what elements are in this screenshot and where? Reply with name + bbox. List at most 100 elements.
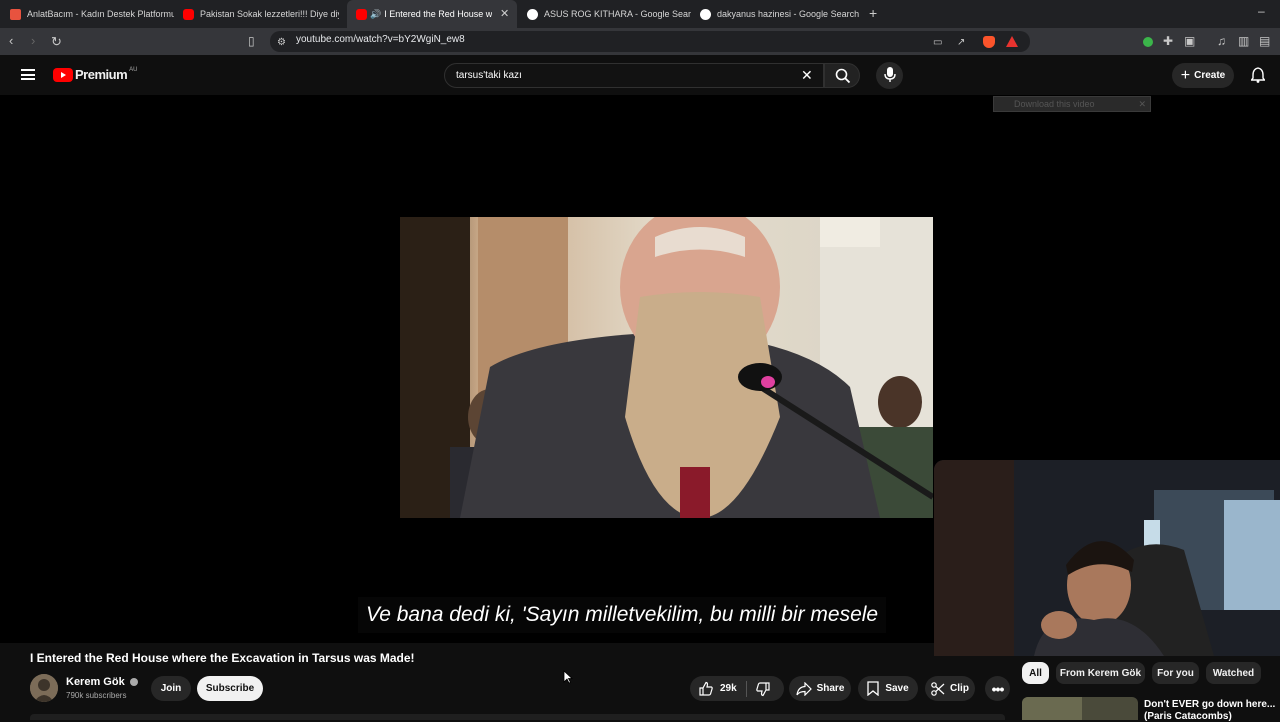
- tab-favicon-icon: [10, 8, 21, 20]
- channel-name[interactable]: Kerem Gök: [66, 676, 138, 688]
- region-code: AU: [129, 66, 138, 73]
- clip-button[interactable]: Clip: [925, 676, 975, 701]
- save-button[interactable]: Save: [858, 676, 918, 701]
- mic-icon: [884, 67, 896, 82]
- minimize-button[interactable]: –: [1258, 4, 1265, 18]
- chip-label: Watched: [1212, 667, 1255, 679]
- channel-name-text: Kerem Gök: [66, 676, 125, 688]
- share-icon: [795, 681, 812, 696]
- chip-label: For you: [1157, 667, 1194, 679]
- chip-for-you[interactable]: For you: [1152, 662, 1199, 684]
- create-button[interactable]: + Create: [1172, 63, 1234, 88]
- join-label: Join: [160, 683, 182, 694]
- tab-close-icon[interactable]: ✕: [500, 7, 509, 20]
- youtube-play-icon: [53, 67, 73, 82]
- bookmark-icon[interactable]: ▯: [248, 35, 255, 48]
- download-close-icon[interactable]: ✕: [1138, 97, 1146, 111]
- tab-title: dakyanus hazinesi - Google Search: [717, 9, 860, 19]
- download-video-bar[interactable]: Download this video ✕: [993, 96, 1151, 112]
- tab-manager-icon[interactable]: ▣: [1184, 35, 1195, 48]
- chip-label: From Kerem Gök: [1059, 667, 1142, 679]
- download-label: Download this video: [1014, 99, 1095, 109]
- extension-green-icon[interactable]: [1143, 37, 1153, 47]
- more-actions-button[interactable]: •••: [985, 676, 1010, 701]
- search-button[interactable]: [824, 63, 860, 88]
- browser-tab-strip: AnlatBacım - Kadın Destek Platformu Paki…: [0, 0, 1280, 28]
- browser-tab[interactable]: Pakistan Sokak lezzetleri!!! Diye diye: [177, 0, 339, 28]
- subscribe-button[interactable]: Subscribe: [197, 676, 263, 701]
- video-subtitle: Ve bana dedi ki, 'Sayın milletvekilim, b…: [358, 597, 887, 633]
- search-icon: [835, 68, 851, 84]
- tab-title: Pakistan Sokak lezzetleri!!! Diye diye: [200, 9, 339, 19]
- like-divider: [745, 680, 747, 697]
- video-content-image: [400, 217, 933, 518]
- recommendation-thumbnail[interactable]: [1022, 697, 1138, 720]
- menu-icon[interactable]: [21, 69, 35, 80]
- chip-watched[interactable]: Watched: [1206, 662, 1261, 684]
- notifications-bell-icon[interactable]: [1251, 67, 1265, 83]
- webcam-overlay: [934, 460, 1280, 656]
- subscriber-count: 790k subscribers: [66, 691, 127, 700]
- url-text[interactable]: youtube.com/watch?v=bY2WgiN_ew8: [296, 34, 465, 45]
- media-icon[interactable]: ♫: [1217, 35, 1226, 48]
- video-title: I Entered the Red House where the Excava…: [30, 651, 415, 665]
- site-info-icon[interactable]: ⚙: [277, 36, 286, 49]
- share-label: Share: [816, 683, 845, 694]
- back-icon[interactable]: ‹: [9, 34, 13, 47]
- chip-all[interactable]: All: [1022, 662, 1049, 684]
- chip-from-channel[interactable]: From Kerem Gök: [1056, 662, 1145, 684]
- more-icon: •••: [991, 680, 1005, 697]
- new-tab-button[interactable]: +: [869, 5, 877, 21]
- share-icon[interactable]: ↗: [957, 36, 965, 49]
- youtube-favicon-icon: [183, 8, 194, 20]
- save-label: Save: [885, 683, 909, 694]
- recommendation-subtitle: (Paris Catacombs): [1144, 711, 1232, 722]
- plus-icon: +: [1180, 66, 1191, 84]
- screen-icon[interactable]: ▭: [933, 36, 942, 49]
- wallet-icon[interactable]: ▤: [1259, 35, 1270, 48]
- channel-avatar[interactable]: [30, 674, 58, 702]
- dislike-icon[interactable]: [755, 681, 771, 697]
- tab-title: I Entered the Red House where: [384, 9, 493, 19]
- search-query: tarsus'taki kazı: [456, 70, 522, 81]
- webcam-image: [934, 460, 1280, 656]
- browser-toolbar: ‹ › ↻ ▯ ⚙ ▭ ↗ ✚ ▣ ♫ ▥ ▤: [0, 28, 1280, 55]
- clear-search-icon[interactable]: ✕: [801, 67, 813, 84]
- mouse-cursor-icon: [563, 670, 573, 684]
- chip-label: All: [1029, 667, 1042, 679]
- youtube-favicon-icon: [356, 8, 367, 20]
- subscribe-label: Subscribe: [205, 683, 255, 694]
- video-frame[interactable]: [400, 217, 933, 518]
- verified-icon: [129, 678, 138, 687]
- voice-search-button[interactable]: [876, 62, 903, 89]
- brave-shield-icon[interactable]: [983, 36, 995, 48]
- extensions-icon[interactable]: ✚: [1163, 35, 1173, 48]
- search-input[interactable]: tarsus'taki kazı ✕: [444, 63, 824, 88]
- browser-tab-active[interactable]: 🔊 I Entered the Red House where: [347, 0, 517, 28]
- sidebar-icon[interactable]: ▥: [1238, 35, 1249, 48]
- like-count[interactable]: 29k: [720, 683, 737, 694]
- tab-title: ASUS ROG KITHARA - Google Search: [544, 9, 691, 19]
- reload-icon[interactable]: ↻: [51, 35, 62, 48]
- share-button[interactable]: Share: [789, 676, 851, 701]
- join-button[interactable]: Join: [151, 676, 191, 701]
- like-dislike-group: 29k: [690, 676, 784, 701]
- browser-tab[interactable]: dakyanus hazinesi - Google Search: [694, 0, 864, 28]
- bookmark-icon: [867, 681, 879, 696]
- google-favicon-icon: [527, 8, 538, 20]
- bottom-divider: [30, 714, 1005, 720]
- browser-tab[interactable]: AnlatBacım - Kadın Destek Platformu: [4, 0, 174, 28]
- youtube-logo[interactable]: Premium AU: [53, 67, 137, 82]
- clip-label: Clip: [950, 683, 969, 694]
- logo-text: Premium: [75, 67, 128, 82]
- avatar-image: [30, 674, 58, 702]
- tab-title: AnlatBacım - Kadın Destek Platformu: [27, 9, 174, 19]
- like-icon[interactable]: [698, 681, 714, 697]
- google-favicon-icon: [700, 8, 711, 20]
- recommendation-title[interactable]: Don't EVER go down here...: [1144, 699, 1275, 710]
- scissors-icon: [931, 681, 945, 696]
- forward-icon[interactable]: ›: [31, 34, 35, 47]
- brave-rewards-icon[interactable]: [1006, 36, 1018, 47]
- create-label: Create: [1194, 70, 1226, 81]
- browser-tab[interactable]: ASUS ROG KITHARA - Google Search: [521, 0, 691, 28]
